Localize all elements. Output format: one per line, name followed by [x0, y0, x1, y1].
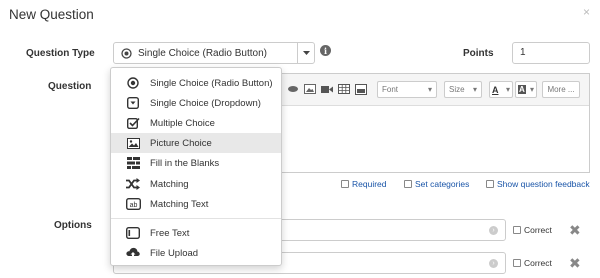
cloud-upload-icon [125, 246, 141, 260]
set-categories-checkbox[interactable]: Set categories [404, 179, 469, 189]
menu-item-label: Matching Text [150, 198, 209, 210]
question-label: Question [48, 81, 92, 92]
dialog-title: New Question [9, 7, 94, 22]
new-question-dialog: New Question × Question Type Single Choi… [0, 0, 600, 278]
set-categories-label: Set categories [415, 179, 470, 189]
info-icon[interactable]: i [320, 45, 331, 56]
menu-item-label: Single Choice (Radio Button) [150, 77, 273, 89]
table-icon[interactable] [338, 83, 350, 95]
svg-text:ab: ab [129, 202, 137, 209]
menu-item-free-text[interactable]: Free Text [111, 223, 281, 243]
menu-item-fill-in-the-blanks[interactable]: Fill in the Blanks [111, 153, 281, 173]
correct-checkbox[interactable]: Correct [513, 225, 552, 235]
remove-option-icon[interactable]: ✖ [569, 222, 581, 239]
menu-item-file-upload[interactable]: File Upload [111, 243, 281, 263]
chevron-down-icon[interactable] [297, 42, 315, 64]
more-button[interactable]: More ... [542, 81, 580, 98]
background-color-icon: A [518, 85, 526, 94]
show-feedback-label: Show question feedback [497, 179, 590, 189]
checkbox-icon [341, 180, 349, 188]
menu-item-matching[interactable]: Matching [111, 174, 281, 194]
menu-item-matching-text[interactable]: ab Matching Text [111, 194, 281, 214]
radio-button-icon [120, 47, 132, 59]
size-select-label: Size [449, 85, 465, 94]
menu-item-label: Picture Choice [150, 137, 212, 149]
font-select[interactable]: Font ▾ [377, 81, 437, 98]
menu-item-label: Fill in the Blanks [150, 157, 220, 169]
correct-label: Correct [524, 225, 552, 235]
checkbox-icon [513, 226, 521, 234]
checkbox-icon [486, 180, 494, 188]
required-checkbox[interactable]: Required [341, 179, 387, 189]
checkbox-icon [513, 259, 521, 267]
question-type-menu: Single Choice (Radio Button) Single Choi… [110, 67, 282, 266]
text-color-button[interactable]: A ▾ [489, 81, 513, 98]
menu-item-multiple-choice[interactable]: Multiple Choice [111, 113, 281, 133]
chevron-down-icon: ▾ [472, 85, 477, 94]
menu-item-label: Matching [150, 178, 189, 190]
size-select[interactable]: Size ▾ [444, 81, 482, 98]
menu-divider [111, 218, 281, 219]
menu-item-label: File Upload [150, 247, 199, 259]
fill-blanks-icon [125, 156, 141, 170]
correct-checkbox[interactable]: Correct [513, 258, 552, 268]
embed-icon[interactable] [355, 83, 367, 95]
show-feedback-checkbox[interactable]: Show question feedback [486, 179, 590, 189]
question-type-value: Single Choice (Radio Button) [138, 47, 267, 59]
menu-item-label: Free Text [150, 227, 190, 239]
menu-item-single-choice-radio[interactable]: Single Choice (Radio Button) [111, 73, 281, 93]
correct-label: Correct [524, 258, 552, 268]
dropdown-icon [125, 96, 141, 110]
chevron-down-icon: ▾ [427, 85, 432, 94]
required-label: Required [352, 179, 387, 189]
arrow-right-icon[interactable]: › [489, 259, 498, 268]
checkbox-icon [125, 116, 141, 130]
question-type-label: Question Type [26, 48, 95, 59]
close-icon[interactable]: × [583, 5, 590, 19]
image-icon[interactable] [304, 83, 316, 95]
video-icon[interactable] [321, 83, 333, 95]
menu-item-label: Single Choice (Dropdown) [150, 97, 261, 109]
options-label: Options [54, 220, 92, 231]
remove-option-icon[interactable]: ✖ [569, 255, 581, 272]
text-color-icon: A [492, 84, 499, 95]
chevron-down-icon: ▾ [529, 85, 534, 94]
image-icon [125, 136, 141, 150]
radio-button-icon [125, 76, 141, 90]
chevron-down-icon: ▾ [505, 85, 510, 94]
points-input[interactable]: 1 [512, 42, 590, 64]
shuffle-icon [125, 177, 141, 191]
link-icon[interactable] [287, 83, 299, 95]
text-box-icon [125, 226, 141, 240]
font-select-label: Font [382, 85, 399, 94]
checkbox-icon [404, 180, 412, 188]
points-label: Points [463, 48, 494, 59]
background-color-button[interactable]: A ▾ [515, 81, 537, 98]
question-type-select[interactable]: Single Choice (Radio Button) [113, 42, 298, 64]
abc-box-icon: ab [125, 197, 141, 211]
arrow-right-icon[interactable]: › [489, 226, 498, 235]
menu-item-single-choice-dropdown[interactable]: Single Choice (Dropdown) [111, 93, 281, 113]
menu-item-picture-choice[interactable]: Picture Choice [111, 133, 281, 153]
menu-item-label: Multiple Choice [150, 117, 215, 129]
